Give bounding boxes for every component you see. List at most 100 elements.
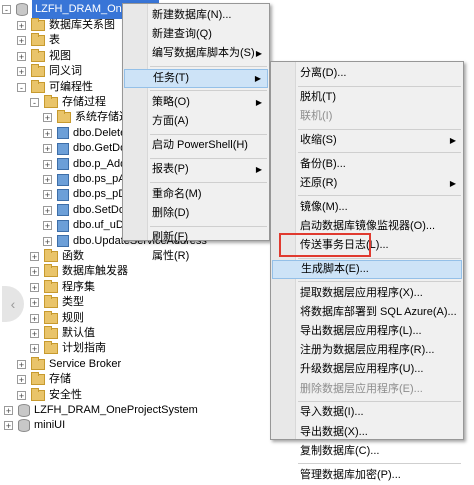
- expand-icon[interactable]: +: [17, 390, 26, 400]
- menu-item[interactable]: 管理数据库加密(P)...: [272, 466, 462, 485]
- menu-item[interactable]: 注册为数据层应用程序(R)...: [272, 341, 462, 360]
- expand-icon[interactable]: +: [17, 359, 26, 369]
- menu-item[interactable]: 导出数据层应用程序(L)...: [272, 322, 462, 341]
- menu-item[interactable]: 导出数据(X)...: [272, 423, 462, 442]
- menu-item[interactable]: 重命名(M): [124, 185, 268, 204]
- menu-item[interactable]: 导入数据(I)...: [272, 403, 462, 422]
- menu-item[interactable]: 刷新(F): [124, 228, 268, 247]
- menu-item[interactable]: 备份(B)...: [272, 155, 462, 174]
- menu-item[interactable]: 将数据库部署到 SQL Azure(A)...: [272, 303, 462, 322]
- context-menu: 新建数据库(N)... 新建查询(Q) 编写数据库脚本为(S) ▶ 任务(T) ▶ 策略(O…: [122, 3, 270, 262]
- menu-item[interactable]: 还原(R) ▶: [272, 174, 462, 193]
- menu-item-label: 导出数据层应用程序(L)...: [300, 325, 422, 337]
- expand-icon[interactable]: +: [30, 329, 39, 339]
- menu-item-label: 复制数据库(C)...: [300, 444, 380, 457]
- collapse-icon[interactable]: -: [2, 5, 11, 15]
- expand-icon[interactable]: +: [43, 128, 52, 138]
- menu-item[interactable]: 任务(T) ▶: [124, 68, 268, 88]
- menu-item-label: 升级数据层应用程序(U)...: [300, 363, 424, 376]
- folder-icon: [31, 372, 45, 386]
- menu-item[interactable]: 收缩(S) ▶: [272, 131, 462, 150]
- expand-icon[interactable]: +: [43, 113, 52, 123]
- menu-item[interactable]: 删除(D): [124, 204, 268, 223]
- tree-item-label: miniUI: [34, 419, 66, 432]
- highlight-box: [279, 233, 371, 257]
- expand-icon[interactable]: +: [4, 421, 13, 431]
- expand-icon[interactable]: +: [30, 298, 39, 308]
- menu-item-label: 删除(D): [152, 206, 190, 219]
- folder-icon: [44, 326, 58, 339]
- expand-icon[interactable]: +: [43, 236, 52, 246]
- menu-item[interactable]: 启动 PowerShell(H): [124, 136, 268, 155]
- stored-procedure-icon: [57, 188, 69, 201]
- menu-item[interactable]: 编写数据库脚本为(S) ▶: [124, 44, 268, 63]
- menu-item-label: 方面(A): [152, 115, 189, 127]
- database-icon: [18, 404, 30, 417]
- expand-icon[interactable]: +: [43, 144, 52, 154]
- menu-separator: [298, 128, 461, 130]
- folder-icon: [44, 310, 58, 324]
- menu-item[interactable]: 属性(R): [124, 247, 268, 266]
- menu-item[interactable]: 升级数据层应用程序(U)...: [272, 360, 462, 379]
- expand-icon[interactable]: +: [43, 205, 52, 215]
- expand-icon[interactable]: +: [17, 36, 26, 46]
- menu-item-label: 注册为数据层应用程序(R)...: [300, 344, 435, 357]
- menu-separator: [150, 90, 267, 92]
- collapse-icon[interactable]: -: [17, 82, 26, 92]
- menu-item[interactable]: 分离(D)...: [272, 64, 462, 83]
- menu-item[interactable]: 生成脚本(E)...: [272, 259, 462, 279]
- submenu-arrow-icon: ▶: [255, 49, 262, 59]
- expand-icon[interactable]: +: [17, 51, 26, 61]
- submenu-arrow-icon: ▶: [255, 165, 262, 175]
- submenu-arrow-icon: ▶: [449, 178, 456, 188]
- menu-item[interactable]: 脱机(T): [272, 88, 462, 107]
- menu-item-label: 备份(B)...: [300, 157, 346, 170]
- menu-separator: [298, 152, 461, 154]
- menu-separator: [298, 195, 461, 197]
- menu-item[interactable]: 复制数据库(C)...: [272, 442, 462, 461]
- tree-item[interactable]: + miniUI: [4, 416, 65, 435]
- menu-item-label: 刷新(F): [152, 231, 189, 243]
- expand-icon[interactable]: +: [43, 159, 52, 169]
- submenu-arrow-icon: ▶: [254, 73, 261, 83]
- expand-icon[interactable]: +: [17, 375, 26, 385]
- folder-icon: [44, 95, 58, 108]
- menu-item[interactable]: 新建数据库(N)...: [124, 6, 268, 25]
- expand-icon[interactable]: +: [30, 282, 39, 292]
- collapse-icon[interactable]: -: [30, 98, 39, 108]
- menu-item-label: 新建查询(Q): [152, 28, 212, 41]
- menu-item[interactable]: 报表(P) ▶: [124, 160, 268, 179]
- stored-procedure-icon: [57, 158, 69, 171]
- expand-icon[interactable]: +: [30, 252, 39, 262]
- menu-separator: [150, 157, 267, 159]
- menu-item-label: 报表(P): [152, 163, 189, 176]
- folder-icon: [57, 110, 71, 124]
- folder-icon: [31, 387, 45, 401]
- expand-icon[interactable]: +: [4, 406, 13, 416]
- expand-icon[interactable]: +: [17, 21, 26, 31]
- database-icon: [16, 3, 28, 16]
- expand-icon[interactable]: +: [17, 67, 26, 77]
- submenu-arrow-icon: ▶: [449, 135, 456, 145]
- expand-icon[interactable]: +: [30, 267, 39, 277]
- menu-item-label: 联机(I): [300, 110, 333, 122]
- stored-procedure-icon: [57, 204, 69, 217]
- menu-item[interactable]: 策略(O) ▶: [124, 93, 268, 112]
- menu-item-label: 还原(R): [300, 176, 338, 189]
- expand-icon[interactable]: +: [30, 313, 39, 323]
- menu-separator: [150, 66, 267, 68]
- menu-item-label: 编写数据库脚本为(S): [152, 47, 255, 60]
- menu-item-label: 导出数据(X)...: [300, 425, 368, 438]
- menu-item[interactable]: 方面(A): [124, 112, 268, 131]
- menu-item[interactable]: 提取数据层应用程序(X)...: [272, 284, 462, 303]
- menu-item[interactable]: 镜像(M)...: [272, 198, 462, 217]
- expand-icon[interactable]: +: [43, 221, 52, 231]
- stored-procedure-icon: [57, 142, 69, 155]
- expand-icon[interactable]: +: [43, 175, 52, 185]
- folder-icon: [44, 249, 58, 262]
- menu-item[interactable]: 新建查询(Q): [124, 25, 268, 44]
- expand-icon[interactable]: +: [30, 344, 39, 354]
- folder-icon: [44, 295, 58, 309]
- expand-icon[interactable]: +: [43, 190, 52, 200]
- menu-item-label: 脱机(T): [300, 90, 337, 103]
